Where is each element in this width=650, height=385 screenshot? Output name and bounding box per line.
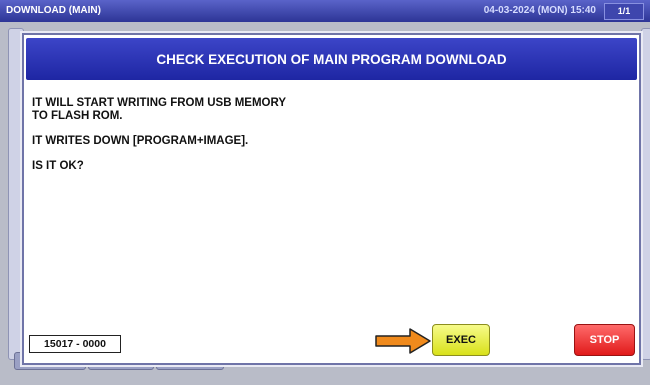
status-code: 15017 - 0000 [29,335,121,353]
screen-title: DOWNLOAD (MAIN) [6,5,101,16]
confirm-dialog: CHECK EXECUTION OF MAIN PROGRAM DOWNLOAD… [22,33,641,365]
dialog-title: CHECK EXECUTION OF MAIN PROGRAM DOWNLOAD [26,38,637,80]
background-panel-right [641,28,650,360]
page-indicator: 1/1 [604,3,644,20]
message-line-1a: IT WILL START WRITING FROM USB MEMORY [32,97,287,109]
stop-button[interactable]: STOP [574,324,635,356]
message-line-3: IS IT OK? [32,160,84,172]
datetime: 04-03-2024 (MON) 15:40 [483,5,596,16]
arrow-right-icon [375,328,431,354]
message-line-1b: TO FLASH ROM. [32,110,123,122]
message-line-2: IT WRITES DOWN [PROGRAM+IMAGE]. [32,135,249,147]
title-bar: DOWNLOAD (MAIN) 04-03-2024 (MON) 15:40 1… [0,0,650,22]
exec-button[interactable]: EXEC [432,324,490,356]
dialog-message: IT WILL START WRITING FROM USB MEMORY TO… [32,97,629,185]
